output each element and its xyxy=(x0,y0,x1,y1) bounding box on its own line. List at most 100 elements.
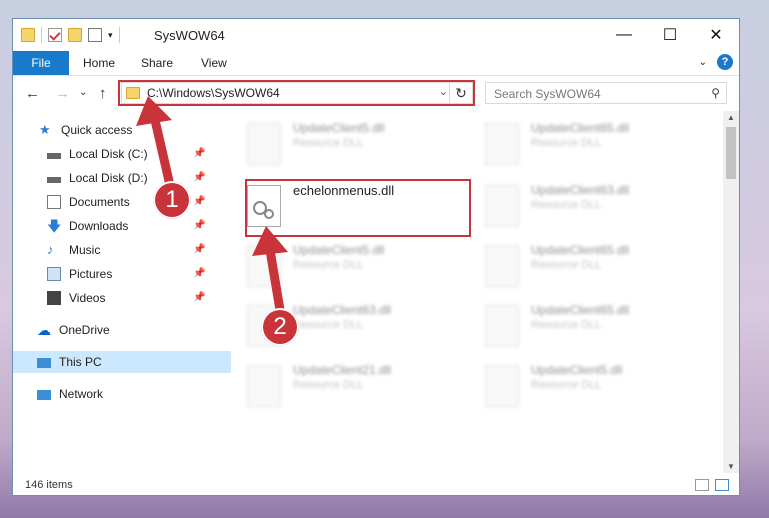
sidebar-item-videos[interactable]: Videos 📌 xyxy=(13,287,241,309)
sidebar-item-label: Quick access xyxy=(61,123,133,137)
file-type: Resource DLL xyxy=(531,259,602,271)
file-name: UpdateClient5.dll xyxy=(293,121,385,135)
file-tile[interactable]: UpdateClient21.dll Resource DLL xyxy=(233,359,453,411)
file-name: UpdateClient65.dll xyxy=(531,121,630,135)
toolbar-divider xyxy=(118,27,120,43)
close-button[interactable]: ✕ xyxy=(693,19,739,51)
file-tile[interactable]: UpdateClient65.dll Resource DLL xyxy=(471,239,691,291)
file-name: UpdateClient21.dll xyxy=(293,363,392,377)
explorer-window: ▾ SysWOW64 — ☐ ✕ File Home Share View ⌄ … xyxy=(12,18,740,496)
title-bar: ▾ SysWOW64 — ☐ ✕ xyxy=(13,19,739,51)
navigation-bar: ← → ⌄ ↑ C:\Windows\SysWOW64 ⌄ ↻ Search S… xyxy=(13,76,739,112)
file-name: UpdateClient63.dll xyxy=(293,303,392,317)
file-name: UpdateClient5.dll xyxy=(531,363,623,377)
tab-share[interactable]: Share xyxy=(141,51,173,75)
pin-icon[interactable]: 📌 xyxy=(193,244,205,255)
sidebar-item-local-disk-c[interactable]: Local Disk (C:) 📌 xyxy=(13,143,241,165)
file-tile[interactable]: UpdateClient5.dll Resource DLL xyxy=(471,359,691,411)
sidebar-item-pictures[interactable]: Pictures 📌 xyxy=(13,263,241,285)
search-input[interactable]: Search SysWOW64 ⚲ xyxy=(485,82,727,104)
computer-icon xyxy=(37,358,51,368)
vertical-scrollbar[interactable]: ▲ ▼ xyxy=(723,111,739,473)
sidebar-item-label: Documents xyxy=(69,195,130,209)
ribbon-right: ⌄ ? xyxy=(699,54,733,70)
file-list: UpdateClient5.dll Resource DLL UpdateCli… xyxy=(223,111,723,471)
pin-icon[interactable]: 📌 xyxy=(193,220,205,231)
scroll-up-icon[interactable]: ▲ xyxy=(723,113,739,122)
dll-file-icon xyxy=(485,365,519,407)
scroll-down-icon[interactable]: ▼ xyxy=(723,462,739,471)
sidebar-item-label: Downloads xyxy=(69,219,129,233)
sidebar-item-documents[interactable]: Documents 📌 xyxy=(13,191,241,213)
file-name: UpdateClient63.dll xyxy=(531,183,630,197)
file-name: UpdateClient65.dll xyxy=(531,243,630,257)
back-button[interactable]: ← xyxy=(25,85,40,102)
scrollbar-thumb[interactable] xyxy=(726,127,736,179)
up-button[interactable]: ↑ xyxy=(99,85,107,102)
sidebar-item-music[interactable]: ♪ Music 📌 xyxy=(13,239,241,261)
sidebar-item-quick-access[interactable]: ★ Quick access xyxy=(13,119,233,141)
file-tile[interactable]: UpdateClient5.dll Resource DLL xyxy=(233,117,453,169)
sidebar-item-label: OneDrive xyxy=(59,323,110,337)
file-name: UpdateClient65.dll xyxy=(531,303,630,317)
maximize-button[interactable]: ☐ xyxy=(647,19,693,51)
chevron-down-icon[interactable]: ▾ xyxy=(108,30,113,41)
item-count: 146 items xyxy=(25,479,73,491)
help-icon[interactable]: ? xyxy=(717,54,733,70)
dll-file-icon xyxy=(247,123,281,165)
pin-icon[interactable]: 📌 xyxy=(193,148,205,159)
sidebar-item-downloads[interactable]: 🡇 Downloads 📌 xyxy=(13,215,241,237)
sidebar-item-label: Pictures xyxy=(69,267,113,281)
drive-icon xyxy=(47,177,61,183)
pin-icon[interactable]: 📌 xyxy=(193,196,205,207)
forward-button[interactable]: → xyxy=(55,85,70,102)
file-tile[interactable]: UpdateClient63.dll Resource DLL xyxy=(471,179,691,231)
download-icon: 🡇 xyxy=(47,218,62,234)
sidebar-item-network[interactable]: Network xyxy=(13,383,231,405)
sidebar-item-local-disk-d[interactable]: Local Disk (D:) 📌 xyxy=(13,167,241,189)
folder-icon xyxy=(21,28,35,42)
sidebar-item-label: Music xyxy=(69,243,101,257)
sidebar-item-onedrive[interactable]: ☁ OneDrive xyxy=(13,319,231,341)
file-tile[interactable]: UpdateClient5.dll Resource DLL xyxy=(233,239,453,291)
details-view-icon[interactable] xyxy=(695,479,709,491)
large-icons-view-icon[interactable] xyxy=(715,479,729,491)
properties-check-icon[interactable] xyxy=(48,28,62,42)
pictures-icon xyxy=(47,267,61,281)
tab-home[interactable]: Home xyxy=(83,51,115,75)
recent-locations-button[interactable]: ⌄ xyxy=(79,87,87,98)
file-type: Resource DLL xyxy=(531,319,602,331)
window-title: SysWOW64 xyxy=(154,28,225,43)
chevron-down-icon[interactable]: ⌄ xyxy=(699,57,707,68)
file-type: Resource DLL xyxy=(531,199,602,211)
dll-file-icon xyxy=(247,365,281,407)
file-name: UpdateClient5.dll xyxy=(293,243,385,257)
new-folder-icon[interactable] xyxy=(68,28,82,42)
customize-icon[interactable] xyxy=(88,28,102,42)
file-type: Resource DLL xyxy=(293,137,364,149)
star-icon: ★ xyxy=(39,122,51,137)
tab-file[interactable]: File xyxy=(13,51,69,75)
network-icon xyxy=(37,390,51,400)
cloud-icon: ☁ xyxy=(37,322,51,338)
music-icon: ♪ xyxy=(47,242,54,257)
search-icon[interactable]: ⚲ xyxy=(711,86,720,100)
tab-view[interactable]: View xyxy=(201,51,227,75)
quick-access-toolbar: ▾ xyxy=(21,27,120,43)
pin-icon[interactable]: 📌 xyxy=(193,292,205,303)
file-tile[interactable]: UpdateClient65.dll Resource DLL xyxy=(471,117,691,169)
file-type: Resource DLL xyxy=(293,259,364,271)
sidebar-item-label: Local Disk (D:) xyxy=(69,171,148,185)
sidebar-item-label: Videos xyxy=(69,291,106,305)
toolbar-divider xyxy=(41,27,42,43)
pin-icon[interactable]: 📌 xyxy=(193,268,205,279)
navigation-pane: ★ Quick access Local Disk (C:) 📌 Local D… xyxy=(13,111,231,471)
file-type: Resource DLL xyxy=(293,319,364,331)
file-tile[interactable]: UpdateClient65.dll Resource DLL xyxy=(471,299,691,351)
step-1-badge: 1 xyxy=(153,181,191,219)
documents-icon xyxy=(47,195,61,209)
sidebar-item-label: Network xyxy=(59,387,104,401)
sidebar-item-this-pc[interactable]: This PC xyxy=(13,351,231,373)
pin-icon[interactable]: 📌 xyxy=(193,172,205,183)
minimize-button[interactable]: — xyxy=(601,19,647,51)
